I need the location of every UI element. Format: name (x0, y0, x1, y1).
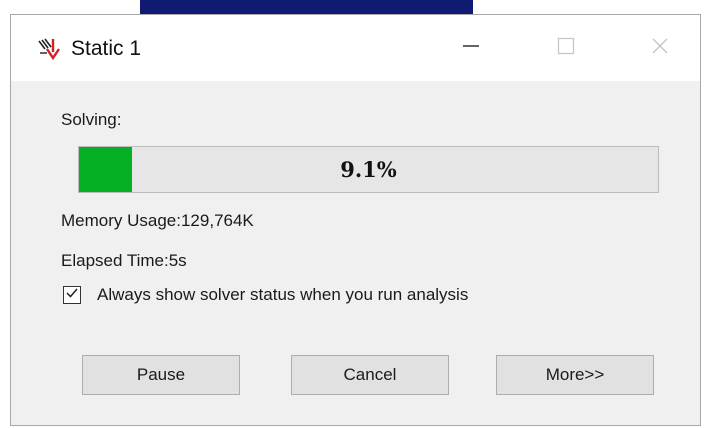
minimize-icon (461, 36, 481, 61)
solving-label: Solving: (61, 110, 122, 129)
always-show-status-option[interactable]: Always show solver status when you run a… (63, 283, 468, 307)
progress-percent-text: 9.1% (340, 157, 397, 182)
maximize-icon (556, 36, 576, 61)
maximize-button[interactable] (534, 15, 598, 81)
solver-app-icon (37, 37, 63, 61)
screen: Static 1 Solving: 9.1% Memory Usage:129,… (0, 0, 710, 428)
solver-status-dialog: Static 1 Solving: 9.1% Memory Usage:129,… (10, 14, 701, 426)
background-window-strip (140, 0, 473, 14)
memory-usage-text: Memory Usage:129,764K (61, 211, 254, 230)
always-show-checkbox[interactable] (63, 286, 81, 304)
solve-progress-bar: 9.1% (78, 146, 659, 193)
close-icon (650, 36, 670, 61)
always-show-label[interactable]: Always show solver status when you run a… (97, 285, 468, 305)
title-bar[interactable]: Static 1 (11, 15, 700, 81)
window-title: Static 1 (71, 37, 142, 60)
more-button[interactable]: More>> (496, 355, 654, 395)
pause-button[interactable]: Pause (82, 355, 240, 395)
close-button[interactable] (628, 15, 692, 81)
cancel-button[interactable]: Cancel (291, 355, 449, 395)
checkmark-icon (65, 286, 79, 305)
elapsed-time-text: Elapsed Time:5s (61, 251, 187, 270)
minimize-button[interactable] (439, 15, 503, 81)
